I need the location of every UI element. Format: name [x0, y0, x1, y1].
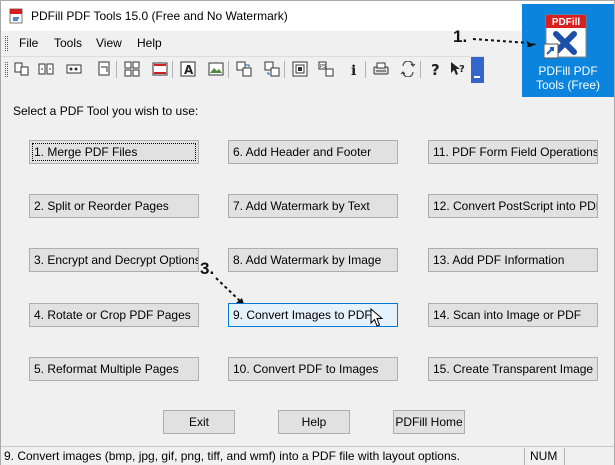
reformat-icon[interactable]: [123, 60, 141, 78]
reformat-pages-button[interactable]: 5. Reformat Multiple Pages: [29, 357, 199, 381]
watermark-image-button[interactable]: 8. Add Watermark by Image: [228, 248, 398, 272]
shortcut-badge-text: PDFill: [552, 17, 581, 28]
pdfill-home-button[interactable]: PDFill Home: [393, 410, 465, 434]
split-reorder-button[interactable]: 2. Split or Reorder Pages: [29, 194, 199, 218]
postscript-icon[interactable]: PS: [317, 60, 335, 78]
pdfill-app-icon: [9, 8, 23, 24]
merge-pdf-button[interactable]: 1. Merge PDF Files: [29, 140, 199, 164]
watermark-text-button[interactable]: 7. Add Watermark by Text: [228, 194, 398, 218]
tool-prompt: Select a PDF Tool you wish to use:: [13, 104, 199, 118]
status-message: 9. Convert images (bmp, jpg, gif, png, t…: [4, 449, 460, 463]
shortcut-label-line1: PDFill PDF: [538, 64, 598, 78]
watermark-image-icon[interactable]: [207, 60, 225, 78]
exit-button[interactable]: Exit: [163, 410, 235, 434]
toolbar-separator: [284, 61, 285, 78]
toolbar-separator: [420, 61, 421, 78]
shortcut-label: PDFill PDF Tools (Free): [522, 64, 614, 92]
merge-icon[interactable]: [13, 60, 31, 78]
header-footer-button[interactable]: 6. Add Header and Footer: [228, 140, 398, 164]
svg-text:?: ?: [431, 61, 440, 77]
toolbar-separator: [172, 61, 173, 78]
add-pdf-information-button[interactable]: 13. Add PDF Information: [428, 248, 598, 272]
mouse-cursor-icon: [370, 308, 384, 327]
annotation-step-1: 1.: [453, 27, 468, 46]
desktop-shortcut[interactable]: PDFill PDFill PDF Tools (Free): [522, 4, 614, 97]
svg-text:A: A: [184, 63, 194, 77]
status-divider: [524, 448, 525, 465]
form-field-operations-button[interactable]: 11. PDF Form Field Operations: [428, 140, 598, 164]
watermark-text-icon[interactable]: A: [179, 60, 197, 78]
images-to-pdf-icon[interactable]: [235, 60, 253, 78]
convert-postscript-button[interactable]: 12. Convert PostScript into PDF: [428, 194, 598, 218]
menu-file[interactable]: File: [19, 36, 38, 50]
scan-icon[interactable]: [372, 60, 390, 78]
convert-pdf-to-images-button[interactable]: 10. Convert PDF to Images: [228, 357, 398, 381]
scan-image-pdf-button[interactable]: 14. Scan into Image or PDF: [428, 303, 598, 327]
toolbar-grip[interactable]: [5, 62, 8, 77]
annotation-arrow-1: [472, 38, 537, 47]
rotate-crop-button[interactable]: 4. Rotate or Crop PDF Pages: [29, 303, 199, 327]
transparent-image-icon[interactable]: [399, 60, 417, 78]
status-bar: 9. Convert images (bmp, jpg, gif, png, t…: [1, 446, 614, 465]
split-icon[interactable]: [37, 60, 55, 78]
encrypt-icon[interactable]: [65, 60, 83, 78]
svg-text:?: ?: [459, 64, 465, 75]
pdf-to-images-icon[interactable]: [263, 60, 281, 78]
header-footer-icon[interactable]: [151, 60, 169, 78]
toolbar-separator: [228, 61, 229, 78]
toolbar-overflow-button[interactable]: [471, 57, 484, 83]
menu-help[interactable]: Help: [137, 36, 162, 50]
status-divider: [564, 448, 565, 465]
info-icon[interactable]: i: [344, 60, 362, 78]
menu-view[interactable]: View: [96, 36, 122, 50]
window-title: PDFill PDF Tools 15.0 (Free and No Water…: [31, 9, 288, 23]
form-fields-icon[interactable]: [291, 60, 309, 78]
menu-tools[interactable]: Tools: [54, 36, 82, 50]
status-num-lock: NUM: [530, 449, 558, 463]
help-button[interactable]: Help: [278, 410, 350, 434]
menubar-grip[interactable]: [5, 36, 8, 51]
menu-bar: File Tools View Help: [1, 32, 521, 54]
toolbar: A PS i ? ?: [1, 56, 484, 83]
help-icon[interactable]: ?: [427, 60, 445, 78]
rotate-icon[interactable]: [95, 60, 113, 78]
app-window: PDFill PDF Tools 15.0 (Free and No Water…: [0, 0, 615, 465]
shortcut-label-line2: Tools (Free): [535, 78, 600, 92]
svg-text:PS: PS: [320, 64, 326, 70]
transparent-image-button[interactable]: 15. Create Transparent Image: [428, 357, 598, 381]
toolbar-separator: [116, 61, 117, 78]
svg-text:i: i: [351, 63, 356, 77]
annotation-step-3: 3.: [200, 259, 215, 278]
pdfill-logo-icon: PDFill: [544, 14, 587, 59]
toolbar-separator: [365, 61, 366, 78]
whats-this-icon[interactable]: ?: [449, 60, 467, 78]
encrypt-decrypt-button[interactable]: 3. Encrypt and Decrypt Options: [29, 248, 199, 272]
